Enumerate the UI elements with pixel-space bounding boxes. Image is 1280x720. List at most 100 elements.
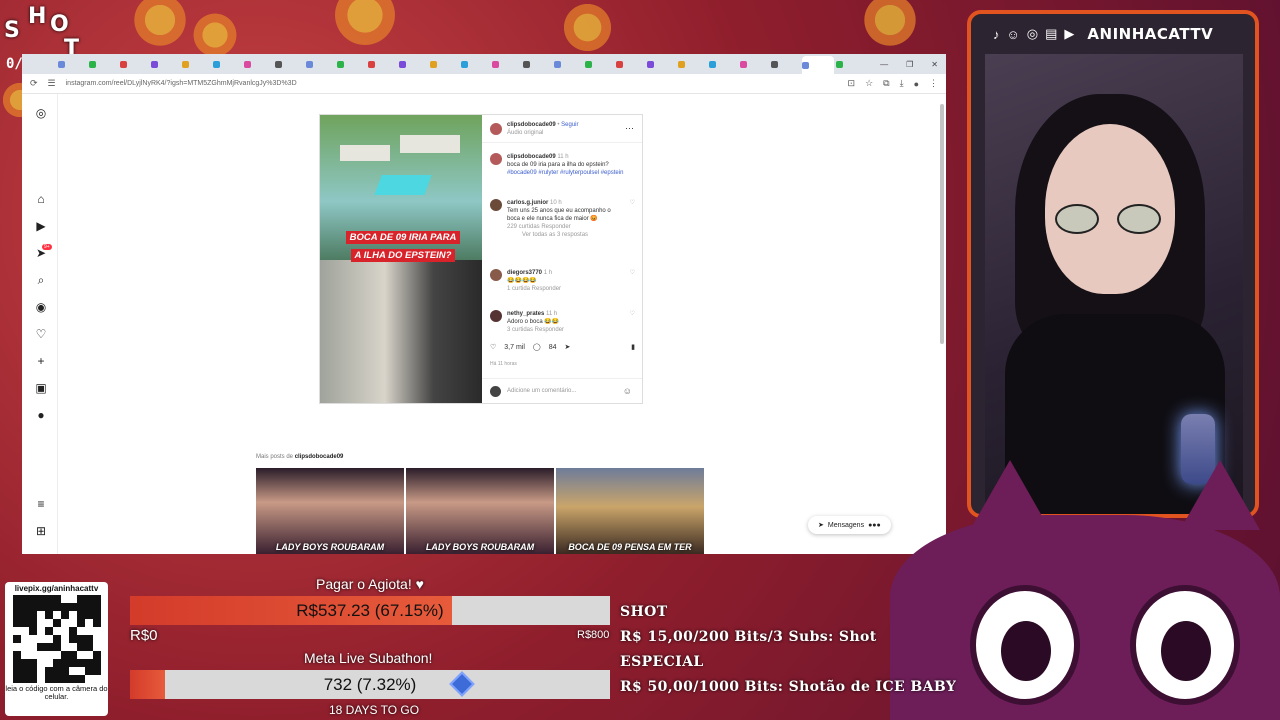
- twitch-icon: ▤: [1045, 26, 1058, 41]
- qr-module: [28, 619, 37, 627]
- threads-icon[interactable]: ⊞: [34, 524, 48, 538]
- comment-user[interactable]: diegors3770: [507, 270, 542, 276]
- url-field[interactable]: instagram.com/reel/DLyjlNyRK4/?igsh=MTM5…: [66, 80, 838, 87]
- qr-module: [76, 675, 85, 683]
- audio-label[interactable]: Áudio original: [507, 130, 543, 136]
- reload-icon[interactable]: ⟳: [30, 78, 38, 89]
- create-icon[interactable]: +: [34, 354, 48, 368]
- explore-icon[interactable]: ◉: [34, 300, 48, 314]
- instagram-logo-icon[interactable]: ◎: [34, 106, 48, 120]
- donation-qr: livepix.gg/aninhacattv leia o código com…: [5, 582, 108, 716]
- close-button[interactable]: ✕: [931, 60, 938, 69]
- comment-like-icon[interactable]: ♡: [630, 269, 635, 293]
- browser-tab[interactable]: [275, 57, 304, 71]
- browser-tab[interactable]: [802, 56, 834, 74]
- comment-user[interactable]: nethy_prates: [507, 311, 544, 317]
- follow-button[interactable]: Seguir: [561, 122, 578, 128]
- minimize-button[interactable]: —: [880, 60, 888, 69]
- emoji-icon[interactable]: ☺: [623, 386, 632, 396]
- reel-video[interactable]: BOCA DE 09 IRIA PARA A ILHA DO EPSTEIN?: [320, 115, 482, 403]
- qr-module: [36, 619, 45, 627]
- commenter-avatar[interactable]: [490, 310, 502, 322]
- bookmark-star-icon[interactable]: ☆: [865, 78, 873, 89]
- share-icon[interactable]: ➤: [565, 343, 571, 351]
- comment-like-icon[interactable]: ♡: [630, 310, 635, 334]
- dashboard-icon[interactable]: ▣: [34, 381, 48, 395]
- add-comment-input[interactable]: Adicione um comentário...: [507, 388, 576, 394]
- home-icon[interactable]: ⌂: [34, 192, 48, 206]
- browser-tab[interactable]: [709, 57, 738, 71]
- install-icon[interactable]: ⊡: [848, 78, 856, 89]
- browser-tab[interactable]: [244, 57, 273, 71]
- qr-module: [28, 611, 37, 619]
- browser-tab[interactable]: [585, 57, 614, 71]
- commenter-avatar[interactable]: [490, 199, 502, 211]
- post-actions: ♡ 3,7 mil ◯ 84 ➤ ▮: [490, 343, 635, 352]
- profile-avatar-icon[interactable]: ●: [34, 408, 48, 422]
- caption: clipsdobocade09 11 h boca de 09 iria par…: [490, 153, 635, 177]
- comment-meta[interactable]: 229 curtidas Responder: [507, 224, 571, 230]
- post-thumbnail[interactable]: LADY BOYS ROUBARAM: [406, 468, 554, 554]
- maximize-button[interactable]: ❐: [906, 60, 913, 69]
- browser-tab[interactable]: [306, 57, 335, 71]
- browser-tab[interactable]: [120, 57, 149, 71]
- more-posts-user[interactable]: clipsdobocade09: [295, 454, 344, 460]
- caption-user[interactable]: clipsdobocade09: [507, 154, 556, 160]
- comment-like-icon[interactable]: ♡: [630, 199, 635, 239]
- post-thumbnail[interactable]: BOCA DE 09 PENSA EM TER: [556, 468, 704, 554]
- browser-tab[interactable]: [678, 57, 707, 71]
- qr-module: [20, 595, 29, 603]
- profile-icon[interactable]: ●: [914, 79, 919, 89]
- browser-tab[interactable]: [368, 57, 397, 71]
- qr-module: [84, 619, 93, 627]
- save-bookmark-icon[interactable]: ▮: [631, 343, 635, 351]
- menu-icon[interactable]: ⋮: [929, 78, 938, 89]
- browser-tab[interactable]: [836, 57, 865, 71]
- browser-tab[interactable]: [182, 57, 211, 71]
- browser-tab[interactable]: [492, 57, 521, 71]
- browser-tab[interactable]: [616, 57, 645, 71]
- qr-module: [92, 659, 101, 667]
- post-thumbnail[interactable]: LADY BOYS ROUBARAM: [256, 468, 404, 554]
- more-options-icon[interactable]: ⋯: [625, 123, 634, 134]
- heart-icon[interactable]: ♡: [34, 327, 48, 341]
- page-scrollbar[interactable]: [940, 104, 944, 344]
- caption-hashtags[interactable]: #bocade09 #rulyter #rulyterpoulsel #epst…: [507, 170, 623, 176]
- comment-meta[interactable]: 3 curtidas Responder: [507, 327, 564, 333]
- comment-meta[interactable]: 1 curtida Responder: [507, 286, 561, 292]
- thumbnail-caption: BOCA DE 09 PENSA EM TER: [568, 542, 692, 552]
- browser-tab[interactable]: [337, 57, 366, 71]
- browser-tab[interactable]: [461, 57, 490, 71]
- browser-tab[interactable]: [554, 57, 583, 71]
- browser-tab[interactable]: [89, 57, 118, 71]
- author-avatar[interactable]: [490, 153, 502, 165]
- search-icon[interactable]: ⌕: [34, 273, 48, 287]
- qr-module: [68, 675, 77, 683]
- extensions-icon[interactable]: ⧉: [883, 78, 889, 89]
- messages-button[interactable]: ➤ Mensagens ●●●: [808, 516, 891, 534]
- author-avatar[interactable]: [490, 122, 502, 135]
- browser-tab[interactable]: [151, 57, 180, 71]
- likes-count[interactable]: 3,7 mil: [504, 344, 525, 351]
- more-menu-icon[interactable]: ≡: [34, 497, 48, 511]
- shot-line: R$ 15,00/200 Bits/3 Subs: Shot: [620, 629, 877, 645]
- streamer-handle: ANINHACATTV: [1087, 25, 1214, 43]
- download-icon[interactable]: ⤓: [900, 78, 904, 89]
- browser-tab[interactable]: [771, 57, 800, 71]
- browser-tab[interactable]: [740, 57, 769, 71]
- browser-tab[interactable]: [523, 57, 552, 71]
- comment-user[interactable]: carlos.g.junior: [507, 200, 548, 206]
- commenter-avatar[interactable]: [490, 269, 502, 281]
- reels-icon[interactable]: ▶: [34, 219, 48, 233]
- view-replies-link[interactable]: Ver todas as 3 respostas: [522, 232, 588, 238]
- author-name[interactable]: clipsdobocade09: [507, 122, 556, 128]
- site-info-icon[interactable]: ☰: [48, 78, 56, 89]
- browser-tab[interactable]: [58, 57, 87, 71]
- like-icon[interactable]: ♡: [490, 343, 496, 351]
- browser-tab[interactable]: [430, 57, 459, 71]
- qr-module: [44, 635, 53, 643]
- browser-tab[interactable]: [647, 57, 676, 71]
- comment-icon[interactable]: ◯: [533, 343, 541, 351]
- browser-tab[interactable]: [399, 57, 428, 71]
- browser-tab[interactable]: [213, 57, 242, 71]
